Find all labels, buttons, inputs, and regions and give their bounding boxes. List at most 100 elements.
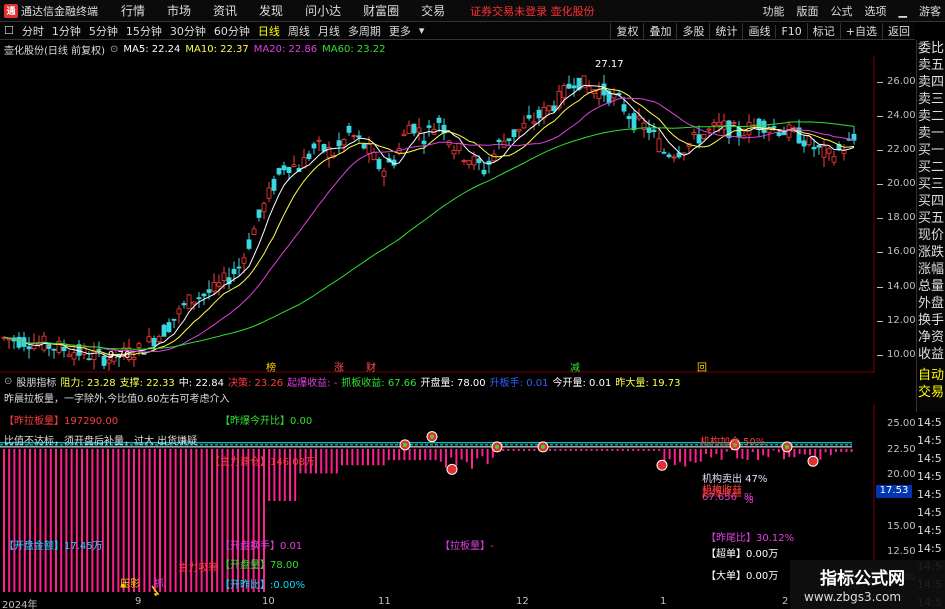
- candle-body: [531, 121, 537, 124]
- sidebar-item-huanshou[interactable]: 换手: [917, 312, 945, 329]
- menu-faxian[interactable]: 发现: [248, 2, 294, 19]
- main-menu: 行情 市场 资讯 发现 问小达 财富圈 交易: [110, 2, 456, 19]
- minimize-icon[interactable]: ▁: [899, 5, 907, 18]
- period-daily[interactable]: 日线: [254, 23, 284, 39]
- period-more[interactable]: 更多: [385, 23, 415, 39]
- signal-circle-marker[interactable]: [426, 431, 438, 443]
- period-30min[interactable]: 30分钟: [166, 23, 210, 39]
- menu-xuanxiang[interactable]: 选项: [865, 3, 887, 19]
- candle-body: [831, 156, 837, 163]
- checkbox-icon[interactable]: ☐: [0, 24, 18, 37]
- sidebar-item-buy4[interactable]: 买四: [917, 193, 945, 210]
- sidebar-item-mai4[interactable]: 卖四: [917, 74, 945, 91]
- more-chevron-icon[interactable]: ▾: [415, 24, 429, 37]
- period-monthly[interactable]: 月线: [314, 23, 344, 39]
- period-multi[interactable]: 多周期: [344, 23, 385, 39]
- menu-gongshi[interactable]: 公式: [831, 3, 853, 19]
- period-60min[interactable]: 60分钟: [210, 23, 254, 39]
- sidebar-item-zongliang[interactable]: 总量: [917, 278, 945, 295]
- decision-value: 决策: 23.26: [227, 377, 284, 389]
- guest-button[interactable]: 游客: [919, 3, 941, 19]
- signal-circle-marker[interactable]: [399, 439, 411, 451]
- candle-body: [481, 169, 487, 175]
- f10-button[interactable]: F10: [775, 24, 806, 38]
- menu-jiaoyi[interactable]: 交易: [410, 2, 456, 19]
- back-button[interactable]: 返回: [882, 23, 915, 39]
- sell-circle-marker[interactable]: [446, 463, 458, 475]
- candle-body: [461, 160, 467, 162]
- sidebar-item-buy5[interactable]: 买五: [917, 210, 945, 227]
- trade-login-notice[interactable]: 证券交易未登录 壶化股份: [470, 3, 595, 19]
- sidebar-item-shouyi[interactable]: 收益: [917, 346, 945, 363]
- sidebar-item-mai2[interactable]: 卖二: [917, 108, 945, 125]
- candle-body: [506, 138, 512, 142]
- candle-body: [251, 228, 257, 235]
- duogu-button[interactable]: 多股: [676, 23, 709, 39]
- menu-gongneng[interactable]: 功能: [763, 3, 785, 19]
- candle-body: [526, 114, 532, 119]
- sidebar-item-jiaoyi[interactable]: 交易: [917, 384, 945, 401]
- fuquan-button[interactable]: 复权: [610, 23, 643, 39]
- sidebar-item-buy2[interactable]: 买二: [917, 159, 945, 176]
- event-marker-hui[interactable]: 回: [697, 359, 707, 374]
- sidebar-item-buy1[interactable]: 买一: [917, 142, 945, 159]
- candle-body: [231, 268, 237, 275]
- indicator-settings-icon[interactable]: ⊙: [4, 376, 12, 387]
- period-weekly[interactable]: 周线: [284, 23, 314, 39]
- candle-body: [656, 138, 662, 152]
- tongji-button[interactable]: 统计: [709, 23, 742, 39]
- huaxian-button[interactable]: 画线: [742, 23, 775, 39]
- event-marker-bang[interactable]: 榜: [266, 359, 276, 374]
- sell-circle-marker[interactable]: [807, 455, 819, 467]
- sidebar-item-xianjia[interactable]: 现价: [917, 227, 945, 244]
- sidebar-item-mai3[interactable]: 卖三: [917, 91, 945, 108]
- settings-icon[interactable]: ⊙: [110, 44, 118, 55]
- ma10-value: MA10: 22.37: [185, 43, 249, 55]
- date-label-2: 2: [782, 596, 789, 607]
- period-5min[interactable]: 5分钟: [85, 23, 122, 39]
- candle-body: [416, 127, 422, 133]
- menu-banmian[interactable]: 版面: [797, 3, 819, 19]
- menu-zixun[interactable]: 资讯: [202, 2, 248, 19]
- tick-time-item: 14:5: [917, 506, 942, 519]
- candle-body: [91, 350, 97, 360]
- period-15min[interactable]: 15分钟: [122, 23, 166, 39]
- candle-body: [476, 158, 482, 164]
- signal-circle-marker[interactable]: [491, 441, 503, 453]
- sell-circle-marker[interactable]: [656, 459, 668, 471]
- indicator-name[interactable]: 股朋指标: [16, 374, 56, 389]
- sidebar-item-buy3[interactable]: 买三: [917, 176, 945, 193]
- candle-body: [521, 122, 527, 129]
- menu-hangqing[interactable]: 行情: [110, 2, 156, 19]
- title-bar: 通 通达信金融终端 行情 市场 资讯 发现 问小达 财富圈 交易 证券交易未登录…: [0, 0, 945, 22]
- candle-body: [551, 105, 557, 112]
- sidebar-item-jingzi[interactable]: 净资: [917, 329, 945, 346]
- diejia-button[interactable]: 叠加: [643, 23, 676, 39]
- sidebar-item-waipan[interactable]: 外盘: [917, 295, 945, 312]
- zuoda-value: 昨大量: 19.73: [615, 377, 681, 389]
- sidebar-item-zhangdie[interactable]: 涨跌: [917, 244, 945, 261]
- candle-body: [561, 85, 567, 99]
- event-marker-jian[interactable]: 减: [570, 359, 580, 374]
- signal-circle-marker[interactable]: [537, 441, 549, 453]
- sidebar-item-zhangfu[interactable]: 涨幅: [917, 261, 945, 278]
- candlestick-chart[interactable]: [0, 56, 875, 372]
- sidebar-item-weibi[interactable]: 委比: [917, 40, 945, 57]
- shengban-value: 升板手: 0.01: [489, 377, 549, 389]
- sidebar-item-mai1[interactable]: 卖一: [917, 125, 945, 142]
- menu-shichang[interactable]: 市场: [156, 2, 202, 19]
- sidebar-item-mai5[interactable]: 卖五: [917, 57, 945, 74]
- period-fenshi[interactable]: 分时: [18, 23, 48, 39]
- candle-body: [776, 132, 782, 136]
- period-1min[interactable]: 1分钟: [48, 23, 85, 39]
- biaoji-button[interactable]: 标记: [806, 23, 840, 39]
- candle-body: [471, 155, 477, 166]
- event-marker-cai[interactable]: 财: [366, 359, 376, 374]
- event-marker-zhang[interactable]: 涨: [334, 359, 344, 374]
- price-tick-mark: [877, 218, 883, 220]
- menu-wenxiaoda[interactable]: 问小达: [294, 2, 352, 19]
- add-watchlist-button[interactable]: +自选: [839, 23, 882, 39]
- menu-caifuquan[interactable]: 财富圈: [352, 2, 410, 19]
- sidebar-item-zidong[interactable]: 自动: [917, 367, 945, 384]
- signal-circle-marker[interactable]: [781, 441, 793, 453]
